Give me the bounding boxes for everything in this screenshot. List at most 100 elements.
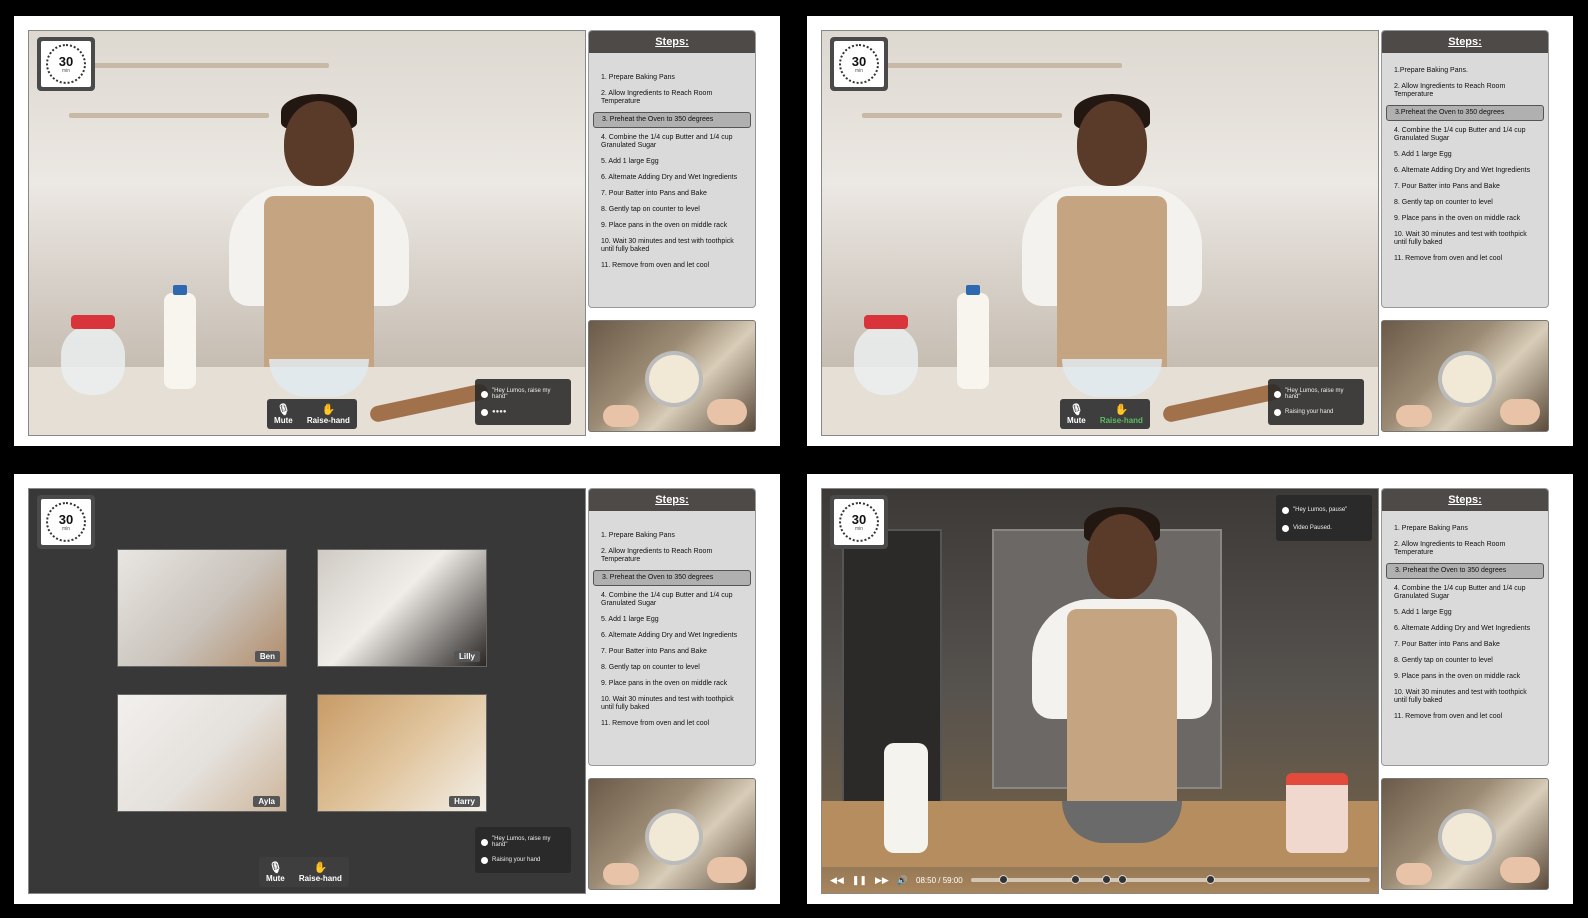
status-dot-icon — [1274, 390, 1281, 398]
chef-person — [1012, 499, 1232, 839]
mute-button[interactable]: 🎙 Mute — [1067, 404, 1086, 425]
step-item[interactable]: 11. Remove from oven and let cool — [593, 260, 751, 272]
microphone-off-icon: 🎙 — [1069, 403, 1084, 416]
participant-tile-lilly[interactable]: Lilly — [317, 549, 487, 667]
main-video: 30 min 🎙 Mute ✋ Raise-hand "Hey Lumos, rai… — [28, 30, 586, 436]
screen-4-video-paused: 30 min "Hey Lumos, pause" Video Paused. … — [807, 474, 1573, 904]
step-item[interactable]: 1. Prepare Baking Pans — [593, 72, 751, 84]
step-item-current[interactable]: 3. Preheat the Oven to 350 degrees — [593, 112, 751, 128]
step-item[interactable]: 9. Place pans in the oven on middle rack — [1386, 671, 1544, 683]
timer-unit: min — [61, 525, 71, 532]
raise-hand-button-active[interactable]: ✋ Raise-hand — [1100, 404, 1143, 425]
timer-value: 30 — [851, 53, 867, 69]
step-item[interactable]: 1. Prepare Baking Pans — [1386, 523, 1544, 535]
volume-icon[interactable]: 🔊 — [897, 875, 908, 886]
step-item[interactable]: 10. Wait 30 minutes and test with toothp… — [593, 236, 751, 256]
container — [1286, 773, 1348, 853]
chapter-marker[interactable] — [998, 875, 1008, 884]
step-item[interactable]: 4. Combine the 1/4 cup Butter and 1/4 cu… — [1386, 125, 1544, 145]
timer-unit: min — [854, 67, 864, 74]
step-item[interactable]: 10. Wait 30 minutes and test with toothp… — [1386, 229, 1544, 249]
voice-command-panel: "Hey Lumos, raise my hand" Raising your … — [1268, 379, 1364, 425]
step-item[interactable]: 6. Alternate Adding Dry and Wet Ingredie… — [1386, 623, 1544, 635]
chapter-marker[interactable] — [1206, 875, 1216, 884]
steps-panel: Steps: 1. Prepare Baking Pans 2. Allow I… — [1381, 488, 1549, 766]
step-item[interactable]: 7. Pour Batter into Pans and Bake — [1386, 181, 1544, 193]
step-item-current[interactable]: 3. Preheat the Oven to 350 degrees — [593, 570, 751, 586]
step-item[interactable]: 10. Wait 30 minutes and test with toothp… — [1386, 687, 1544, 707]
screen-3-participant-grid: 30 min Ben Lilly Ayla Harry 🎙 Mute ✋ Raise… — [14, 474, 780, 904]
step-item[interactable]: 9. Place pans in the oven on middle rack — [1386, 213, 1544, 225]
steps-title: Steps: — [1382, 489, 1548, 511]
voice-command-panel: "Hey Lumos, raise my hand" ●●●● — [475, 379, 571, 425]
seek-bar[interactable] — [970, 875, 1370, 884]
timer-unit: min — [854, 525, 864, 532]
listening-indicator: ●●●● — [492, 409, 507, 415]
self-view-thumbnail[interactable] — [1381, 320, 1549, 432]
step-item[interactable]: 7. Pour Batter into Pans and Bake — [593, 646, 751, 658]
step-item[interactable]: 6. Alternate Adding Dry and Wet Ingredie… — [593, 630, 751, 642]
step-item-current[interactable]: 3.Preheat the Oven to 350 degrees — [1386, 105, 1544, 121]
participant-tile-ayla[interactable]: Ayla — [117, 694, 287, 812]
step-item[interactable]: 9. Place pans in the oven on middle rack — [593, 678, 751, 690]
step-item[interactable]: 8. Gently tap on counter to level — [1386, 197, 1544, 209]
step-item[interactable]: 10. Wait 30 minutes and test with toothp… — [593, 694, 751, 714]
step-item[interactable]: 4. Combine the 1/4 cup Butter and 1/4 cu… — [1386, 583, 1544, 603]
chapter-marker[interactable] — [1118, 875, 1128, 884]
mute-button[interactable]: 🎙 Mute — [274, 404, 293, 425]
playback-time: 08:50 / 59:00 — [916, 875, 963, 885]
self-view-thumbnail[interactable] — [588, 320, 756, 432]
chapter-marker[interactable] — [1102, 875, 1112, 884]
participant-name: Lilly — [453, 651, 480, 662]
hand-icon: ✋ — [313, 861, 328, 874]
timer-dial-icon: 30 min — [839, 44, 879, 84]
timer-widget: 30 min — [37, 37, 95, 91]
step-item[interactable]: 5. Add 1 large Egg — [1386, 607, 1544, 619]
step-item[interactable]: 1.Prepare Baking Pans. — [1386, 65, 1544, 77]
step-item[interactable]: 2. Allow Ingredients to Reach Room Tempe… — [1386, 539, 1544, 559]
step-item[interactable]: 4. Combine the 1/4 cup Butter and 1/4 cu… — [593, 590, 751, 610]
timer-value: 30 — [851, 511, 867, 527]
step-item[interactable]: 11. Remove from oven and let cool — [593, 718, 751, 730]
status-dot-icon — [481, 390, 488, 398]
timer-dial-icon: 30 min — [46, 502, 86, 542]
step-item[interactable]: 5. Add 1 large Egg — [593, 614, 751, 626]
raise-hand-button[interactable]: ✋ Raise-hand — [299, 862, 342, 883]
milk-bottle — [164, 285, 196, 389]
step-item[interactable]: 9. Place pans in the oven on middle rack — [593, 220, 751, 232]
steps-panel: Steps: 1.Prepare Baking Pans. 2. Allow I… — [1381, 30, 1549, 308]
raise-hand-button[interactable]: ✋ Raise-hand — [307, 404, 350, 425]
step-item[interactable]: 1. Prepare Baking Pans — [593, 530, 751, 542]
step-item[interactable]: 11. Remove from oven and let cool — [1386, 253, 1544, 265]
self-view-thumbnail[interactable] — [588, 778, 756, 890]
participant-tile-ben[interactable]: Ben — [117, 549, 287, 667]
step-item[interactable]: 2. Allow Ingredients to Reach Room Tempe… — [1386, 81, 1544, 101]
step-item[interactable]: 6. Alternate Adding Dry and Wet Ingredie… — [1386, 165, 1544, 177]
voice-command-panel: "Hey Lumos, raise my hand" Raising your … — [475, 827, 571, 873]
step-item-current[interactable]: 3. Preheat the Oven to 350 degrees — [1386, 563, 1544, 579]
self-view-thumbnail[interactable] — [1381, 778, 1549, 890]
step-item[interactable]: 5. Add 1 large Egg — [593, 156, 751, 168]
status-dot-icon — [481, 856, 488, 864]
step-item[interactable]: 5. Add 1 large Egg — [1386, 149, 1544, 161]
step-item[interactable]: 7. Pour Batter into Pans and Bake — [593, 188, 751, 200]
step-item[interactable]: 7. Pour Batter into Pans and Bake — [1386, 639, 1544, 651]
fast-forward-icon[interactable]: ▶▶ — [875, 875, 889, 886]
mute-button[interactable]: 🎙 Mute — [266, 862, 285, 883]
step-item[interactable]: 4. Combine the 1/4 cup Butter and 1/4 cu… — [593, 132, 751, 152]
step-item[interactable]: 2. Allow Ingredients to Reach Room Tempe… — [593, 88, 751, 108]
step-item[interactable]: 8. Gently tap on counter to level — [1386, 655, 1544, 667]
step-item[interactable]: 8. Gently tap on counter to level — [593, 204, 751, 216]
step-item[interactable]: 6. Alternate Adding Dry and Wet Ingredie… — [593, 172, 751, 184]
call-controls: 🎙 Mute ✋ Raise-hand — [1060, 399, 1150, 429]
rewind-icon[interactable]: ◀◀ — [830, 875, 844, 886]
step-item[interactable]: 11. Remove from oven and let cool — [1386, 711, 1544, 723]
chapter-marker[interactable] — [1070, 875, 1080, 884]
recorded-video[interactable]: 30 min "Hey Lumos, pause" Video Paused. … — [821, 488, 1379, 894]
timer-unit: min — [61, 67, 71, 74]
screen-2-raising-hand: 30 min 🎙 Mute ✋ Raise-hand "Hey Lumos, rai… — [807, 16, 1573, 446]
pause-icon[interactable]: ❚❚ — [852, 875, 867, 886]
step-item[interactable]: 2. Allow Ingredients to Reach Room Tempe… — [593, 546, 751, 566]
step-item[interactable]: 8. Gently tap on counter to level — [593, 662, 751, 674]
participant-tile-harry[interactable]: Harry — [317, 694, 487, 812]
